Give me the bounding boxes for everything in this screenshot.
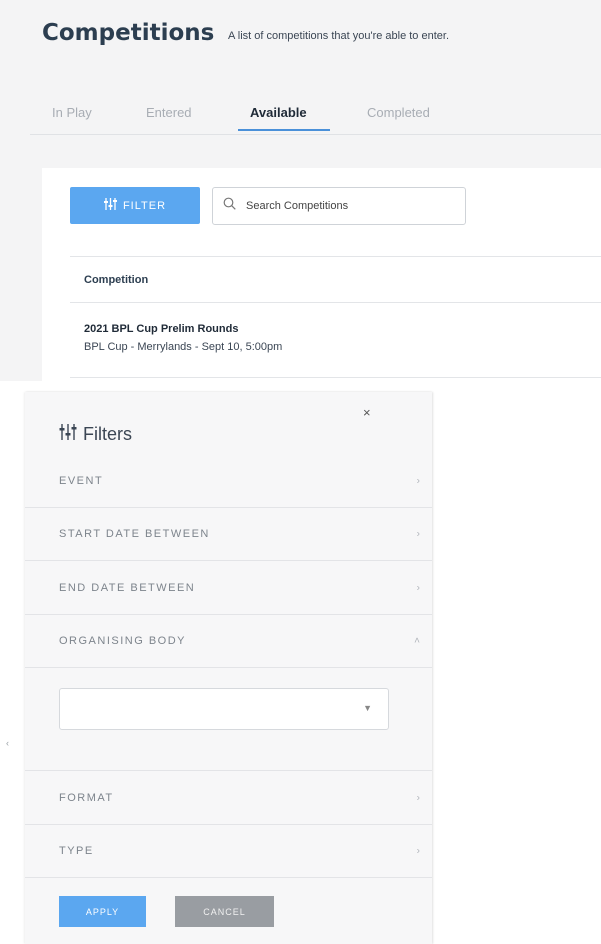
competitions-table: Competition 2021 BPL Cup Prelim Rounds B… (70, 256, 601, 378)
filter-section-organising-body[interactable]: ORGANISING BODY ˄ (25, 614, 432, 668)
organising-body-select[interactable]: ▼ (59, 688, 389, 730)
tab-completed[interactable]: Completed (367, 105, 430, 120)
sliders-icon (59, 424, 77, 445)
filter-button[interactable]: FILTER (70, 187, 200, 224)
search-input[interactable] (244, 199, 458, 213)
chevron-right-icon: › (416, 528, 420, 539)
chevron-up-icon: ˄ (414, 635, 420, 646)
page-subtitle: A list of competitions that you're able … (228, 30, 450, 42)
column-header-competition: Competition (70, 256, 601, 303)
caret-down-icon: ▼ (363, 703, 372, 713)
section-label: ORGANISING BODY (59, 634, 187, 647)
background-page-edge (0, 392, 25, 944)
chevron-right-icon: › (416, 792, 420, 803)
active-tab-indicator (238, 129, 330, 131)
filter-section-event[interactable]: EVENT › (25, 454, 432, 508)
apply-button[interactable]: APPLY (59, 896, 146, 927)
tab-available[interactable]: Available (250, 105, 307, 120)
competitions-page: Competitions A list of competitions that… (0, 0, 601, 381)
sliders-icon (103, 198, 117, 213)
table-row[interactable]: 2021 BPL Cup Prelim Rounds BPL Cup - Mer… (70, 303, 601, 378)
competition-title: 2021 BPL Cup Prelim Rounds (84, 323, 239, 335)
section-label: FORMAT (59, 791, 114, 804)
tab-in-play[interactable]: In Play (52, 105, 92, 120)
filters-drawer: × Filters EVENT › START DATE BETWEEN › E… (25, 392, 432, 944)
drawer-title-label: Filters (83, 424, 132, 444)
chevron-right-icon: › (416, 845, 420, 856)
competitions-card: FILTER Competition 2021 BPL Cup Prelim R… (42, 168, 601, 381)
filter-section-end-date[interactable]: END DATE BETWEEN › (25, 561, 432, 615)
chevron-right-icon: › (416, 582, 420, 593)
filter-section-type[interactable]: TYPE › (25, 824, 432, 878)
filter-section-start-date[interactable]: START DATE BETWEEN › (25, 507, 432, 561)
page-title: Competitions (42, 20, 215, 46)
section-label: TYPE (59, 844, 94, 857)
chevron-right-icon: › (416, 475, 420, 486)
background-fragment: ‹ (6, 738, 9, 748)
section-label: START DATE BETWEEN (59, 527, 210, 540)
section-label: END DATE BETWEEN (59, 581, 196, 594)
close-icon[interactable]: × (363, 406, 371, 419)
filter-button-label: FILTER (122, 199, 167, 212)
search-box[interactable] (212, 187, 466, 225)
cancel-button[interactable]: CANCEL (175, 896, 274, 927)
competition-details: BPL Cup - Merrylands - Sept 10, 5:00pm (84, 341, 283, 353)
search-icon (213, 197, 236, 215)
drawer-title: Filters (59, 424, 132, 445)
section-label: EVENT (59, 474, 104, 487)
filter-overlay: ‹ × Filters EVENT › START DATE BETWEEN ›… (0, 392, 601, 944)
tab-entered[interactable]: Entered (146, 105, 192, 120)
filter-section-format[interactable]: FORMAT › (25, 770, 432, 825)
